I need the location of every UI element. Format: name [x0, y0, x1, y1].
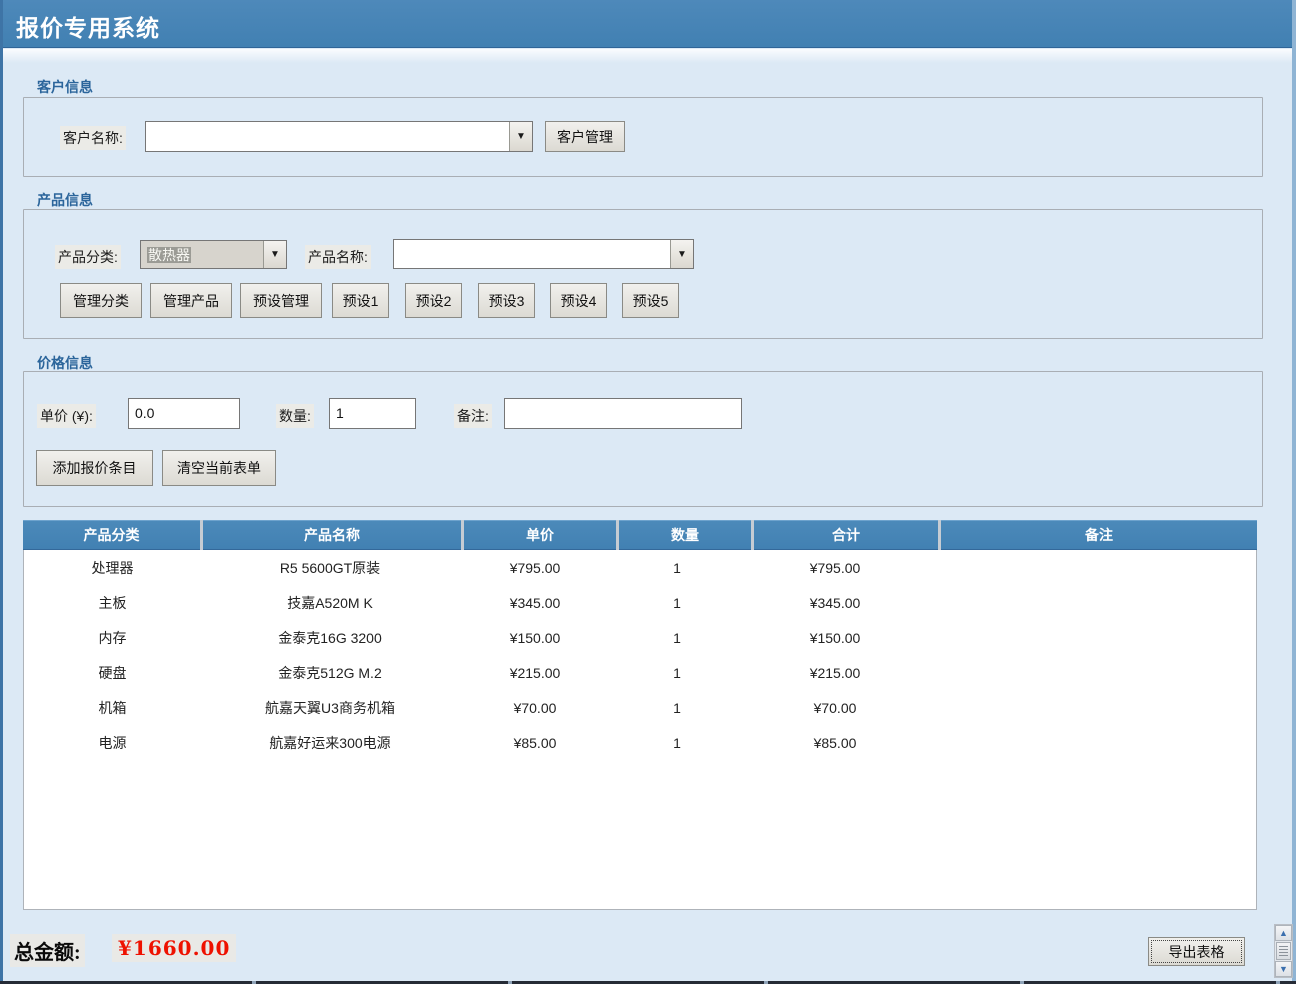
preset-1-button[interactable]: 预设1 — [332, 283, 389, 318]
column-header-quantity[interactable]: 数量 — [619, 520, 751, 550]
customer-name-value[interactable] — [146, 122, 509, 151]
preset-3-button[interactable]: 预设3 — [478, 283, 535, 318]
scrollbar-thumb[interactable] — [1276, 942, 1291, 960]
price-section-title: 价格信息 — [37, 353, 93, 373]
product-name-combobox[interactable]: ▼ — [393, 239, 694, 269]
title-bar: 报价专用系统 — [0, 0, 1296, 48]
manage-product-button[interactable]: 管理产品 — [150, 283, 232, 318]
product-name-label: 产品名称: — [305, 245, 371, 269]
table-row[interactable]: 硬盘 金泰克512G M.2 ¥215.00 1 ¥215.00 — [24, 655, 1256, 690]
selected-category-text: 散热器 — [147, 247, 191, 263]
customer-manage-button[interactable]: 客户管理 — [545, 121, 625, 152]
scroll-down-icon: ▼ — [1279, 964, 1288, 974]
scroll-down-button[interactable]: ▼ — [1275, 961, 1292, 977]
unit-price-input[interactable]: 0.0 — [128, 398, 240, 429]
preset-2-button[interactable]: 预设2 — [405, 283, 462, 318]
table-row[interactable]: 主板 技嘉A520M K ¥345.00 1 ¥345.00 — [24, 585, 1256, 620]
column-header-category[interactable]: 产品分类 — [23, 520, 200, 550]
remark-label: 备注: — [454, 404, 492, 428]
app-title: 报价专用系统 — [0, 0, 1296, 43]
preset-4-button[interactable]: 预设4 — [550, 283, 607, 318]
column-header-product[interactable]: 产品名称 — [203, 520, 461, 550]
total-amount-label: 总金额: — [10, 934, 85, 967]
quantity-label: 数量: — [276, 404, 314, 428]
product-groupbox — [23, 209, 1263, 339]
scroll-up-button[interactable]: ▲ — [1275, 925, 1292, 941]
table-body: 处理器 R5 5600GT原装 ¥795.00 1 ¥795.00 主板 技嘉A… — [23, 550, 1257, 910]
product-category-combobox[interactable]: 散热器 ▼ — [140, 240, 287, 269]
column-header-remark[interactable]: 备注 — [941, 520, 1257, 550]
unit-price-label: 单价 (¥): — [37, 404, 96, 428]
product-category-label: 产品分类: — [55, 245, 121, 269]
chevron-down-icon: ▼ — [516, 131, 526, 142]
preset-manage-button[interactable]: 预设管理 — [240, 283, 322, 318]
table-row[interactable]: 处理器 R5 5600GT原装 ¥795.00 1 ¥795.00 — [24, 550, 1256, 585]
customer-name-label: 客户名称: — [60, 126, 126, 150]
window-border-left — [0, 0, 3, 984]
chevron-down-icon: ▼ — [270, 249, 280, 260]
product-category-dropdown-button[interactable]: ▼ — [263, 241, 286, 268]
product-category-value[interactable]: 散热器 — [141, 241, 263, 268]
vertical-scrollbar[interactable]: ▲ ▼ — [1274, 924, 1293, 978]
clear-form-button[interactable]: 清空当前表单 — [162, 450, 276, 486]
scroll-up-icon: ▲ — [1279, 928, 1288, 938]
table-row[interactable]: 机箱 航嘉天翼U3商务机箱 ¥70.00 1 ¥70.00 — [24, 690, 1256, 725]
quote-table: 产品分类 产品名称 单价 数量 合计 备注 处理器 R5 5600GT原装 ¥7… — [23, 520, 1257, 910]
column-header-unit-price[interactable]: 单价 — [464, 520, 616, 550]
header-gradient — [0, 49, 1296, 63]
table-row[interactable]: 电源 航嘉好运来300电源 ¥85.00 1 ¥85.00 — [24, 725, 1256, 760]
price-groupbox — [23, 371, 1263, 507]
product-name-value[interactable] — [394, 240, 670, 268]
total-amount-value: ¥1660.00 — [112, 934, 236, 962]
window-border-right — [1292, 0, 1296, 984]
manage-category-button[interactable]: 管理分类 — [60, 283, 142, 318]
product-name-dropdown-button[interactable]: ▼ — [670, 240, 693, 268]
quantity-input[interactable]: 1 — [329, 398, 416, 429]
preset-5-button[interactable]: 预设5 — [622, 283, 679, 318]
customer-name-dropdown-button[interactable]: ▼ — [509, 122, 532, 151]
product-section-title: 产品信息 — [37, 190, 93, 210]
table-row[interactable]: 内存 金泰克16G 3200 ¥150.00 1 ¥150.00 — [24, 620, 1256, 655]
export-table-button[interactable]: 导出表格 — [1148, 937, 1245, 966]
customer-name-combobox[interactable]: ▼ — [145, 121, 533, 152]
quotation-app-window: 报价专用系统 客户信息 客户名称: ▼ 客户管理 产品信息 产品分类: 散热器 … — [0, 0, 1296, 984]
add-quote-item-button[interactable]: 添加报价条目 — [36, 450, 153, 486]
customer-section-title: 客户信息 — [37, 77, 93, 97]
remark-input[interactable] — [504, 398, 742, 429]
table-header-row: 产品分类 产品名称 单价 数量 合计 备注 — [23, 520, 1257, 550]
chevron-down-icon: ▼ — [677, 249, 687, 260]
column-header-subtotal[interactable]: 合计 — [754, 520, 938, 550]
